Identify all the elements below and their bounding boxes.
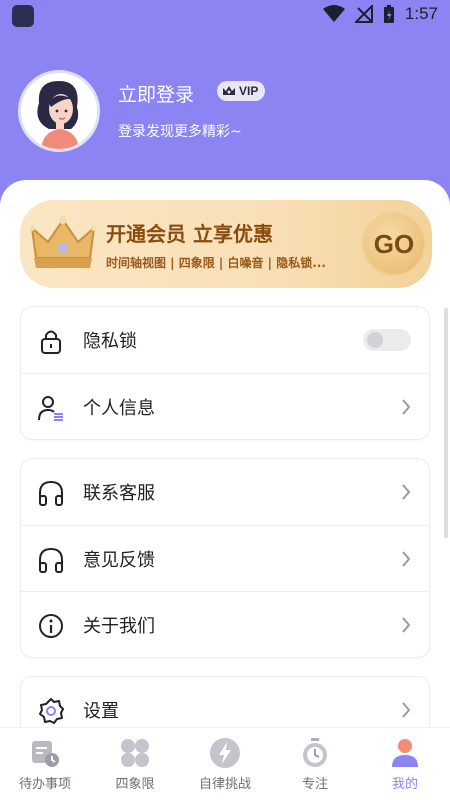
chevron-right-icon (402, 702, 411, 718)
tab-label: 待办事项 (18, 777, 71, 792)
login-subtitle: 登录发现更多精彩~ (118, 124, 242, 140)
menu-item-label: 个人信息 (83, 397, 155, 419)
vip-banner-title: 开通会员 立享优惠 (106, 222, 273, 246)
lightning-icon (210, 738, 240, 768)
go-button[interactable]: GO (362, 212, 426, 276)
chevron-right-icon (402, 551, 411, 567)
stopwatch-icon (303, 738, 327, 767)
user-info-icon (38, 396, 63, 421)
info-circle-icon (39, 614, 63, 638)
login-title[interactable]: 立即登录 (118, 80, 194, 107)
vip-badge: VIP (217, 81, 266, 101)
menu-item-label: 联系客服 (83, 483, 155, 504)
menu-item-about-us[interactable]: 关于我们 (21, 591, 429, 657)
tab-todo[interactable]: 待办事项 (0, 728, 90, 800)
menu-item-privacy-lock[interactable]: 隐私锁 (21, 307, 429, 373)
tab-label: 我的 (391, 777, 418, 792)
no-signal-icon (354, 5, 373, 23)
crown-icon (30, 216, 96, 268)
avatar-illustration (21, 73, 97, 149)
profile-icon (392, 739, 418, 767)
headphones-icon (39, 480, 63, 506)
gear-icon (39, 698, 64, 724)
battery-charging-icon (383, 5, 394, 23)
vip-badge-label: VIP (239, 84, 259, 98)
bottom-tab-bar: 待办事项 四象限 自律挑战 专注 我的 (0, 727, 450, 800)
scrollbar[interactable] (444, 308, 448, 538)
vip-banner-subtitle: 时间轴视图 | 四象限 | 白噪音 | 隐私锁... (106, 256, 326, 270)
menu-item-label: 隐私锁 (83, 331, 137, 352)
menu-card-support: 联系客服 意见反馈 关于我们 (20, 458, 430, 658)
chevron-right-icon (402, 617, 411, 633)
lock-icon (41, 330, 61, 354)
quadrant-icon (121, 739, 149, 767)
menu-card-account: 隐私锁 个人信息 (20, 306, 430, 440)
menu-item-label: 设置 (83, 701, 119, 722)
chevron-right-icon (402, 484, 411, 500)
profile-header: 立即登录 VIP 登录发现更多精彩~ (0, 30, 450, 190)
vip-banner[interactable]: 开通会员 立享优惠 时间轴视图 | 四象限 | 白噪音 | 隐私锁... GO (20, 200, 432, 288)
status-bar: 1:57 (0, 0, 450, 30)
menu-item-personal-info[interactable]: 个人信息 (21, 373, 429, 439)
status-time: 1:57 (404, 4, 438, 23)
tab-label: 自律挑战 (198, 777, 251, 792)
tab-mine[interactable]: 我的 (360, 728, 450, 800)
tab-challenge[interactable]: 自律挑战 (180, 728, 270, 800)
tab-label: 专注 (301, 777, 328, 792)
status-icons: 1:57 (322, 4, 438, 24)
chevron-right-icon (402, 399, 411, 415)
avatar[interactable] (18, 70, 100, 152)
wifi-icon (322, 5, 345, 22)
tab-label: 四象限 (115, 777, 155, 792)
tab-quadrant[interactable]: 四象限 (90, 728, 180, 800)
menu-item-label: 关于我们 (83, 615, 155, 637)
crown-icon (223, 86, 235, 95)
toggle-knob (367, 332, 383, 348)
app-notification-icon (12, 5, 34, 27)
todo-icon (32, 741, 59, 767)
privacy-lock-toggle[interactable] (363, 329, 411, 351)
menu-item-label: 意见反馈 (83, 549, 155, 571)
tab-focus[interactable]: 专注 (270, 728, 360, 800)
menu-item-feedback[interactable]: 意见反馈 (21, 525, 429, 591)
headphones-icon (39, 547, 63, 573)
menu-item-contact-support[interactable]: 联系客服 (21, 459, 429, 525)
